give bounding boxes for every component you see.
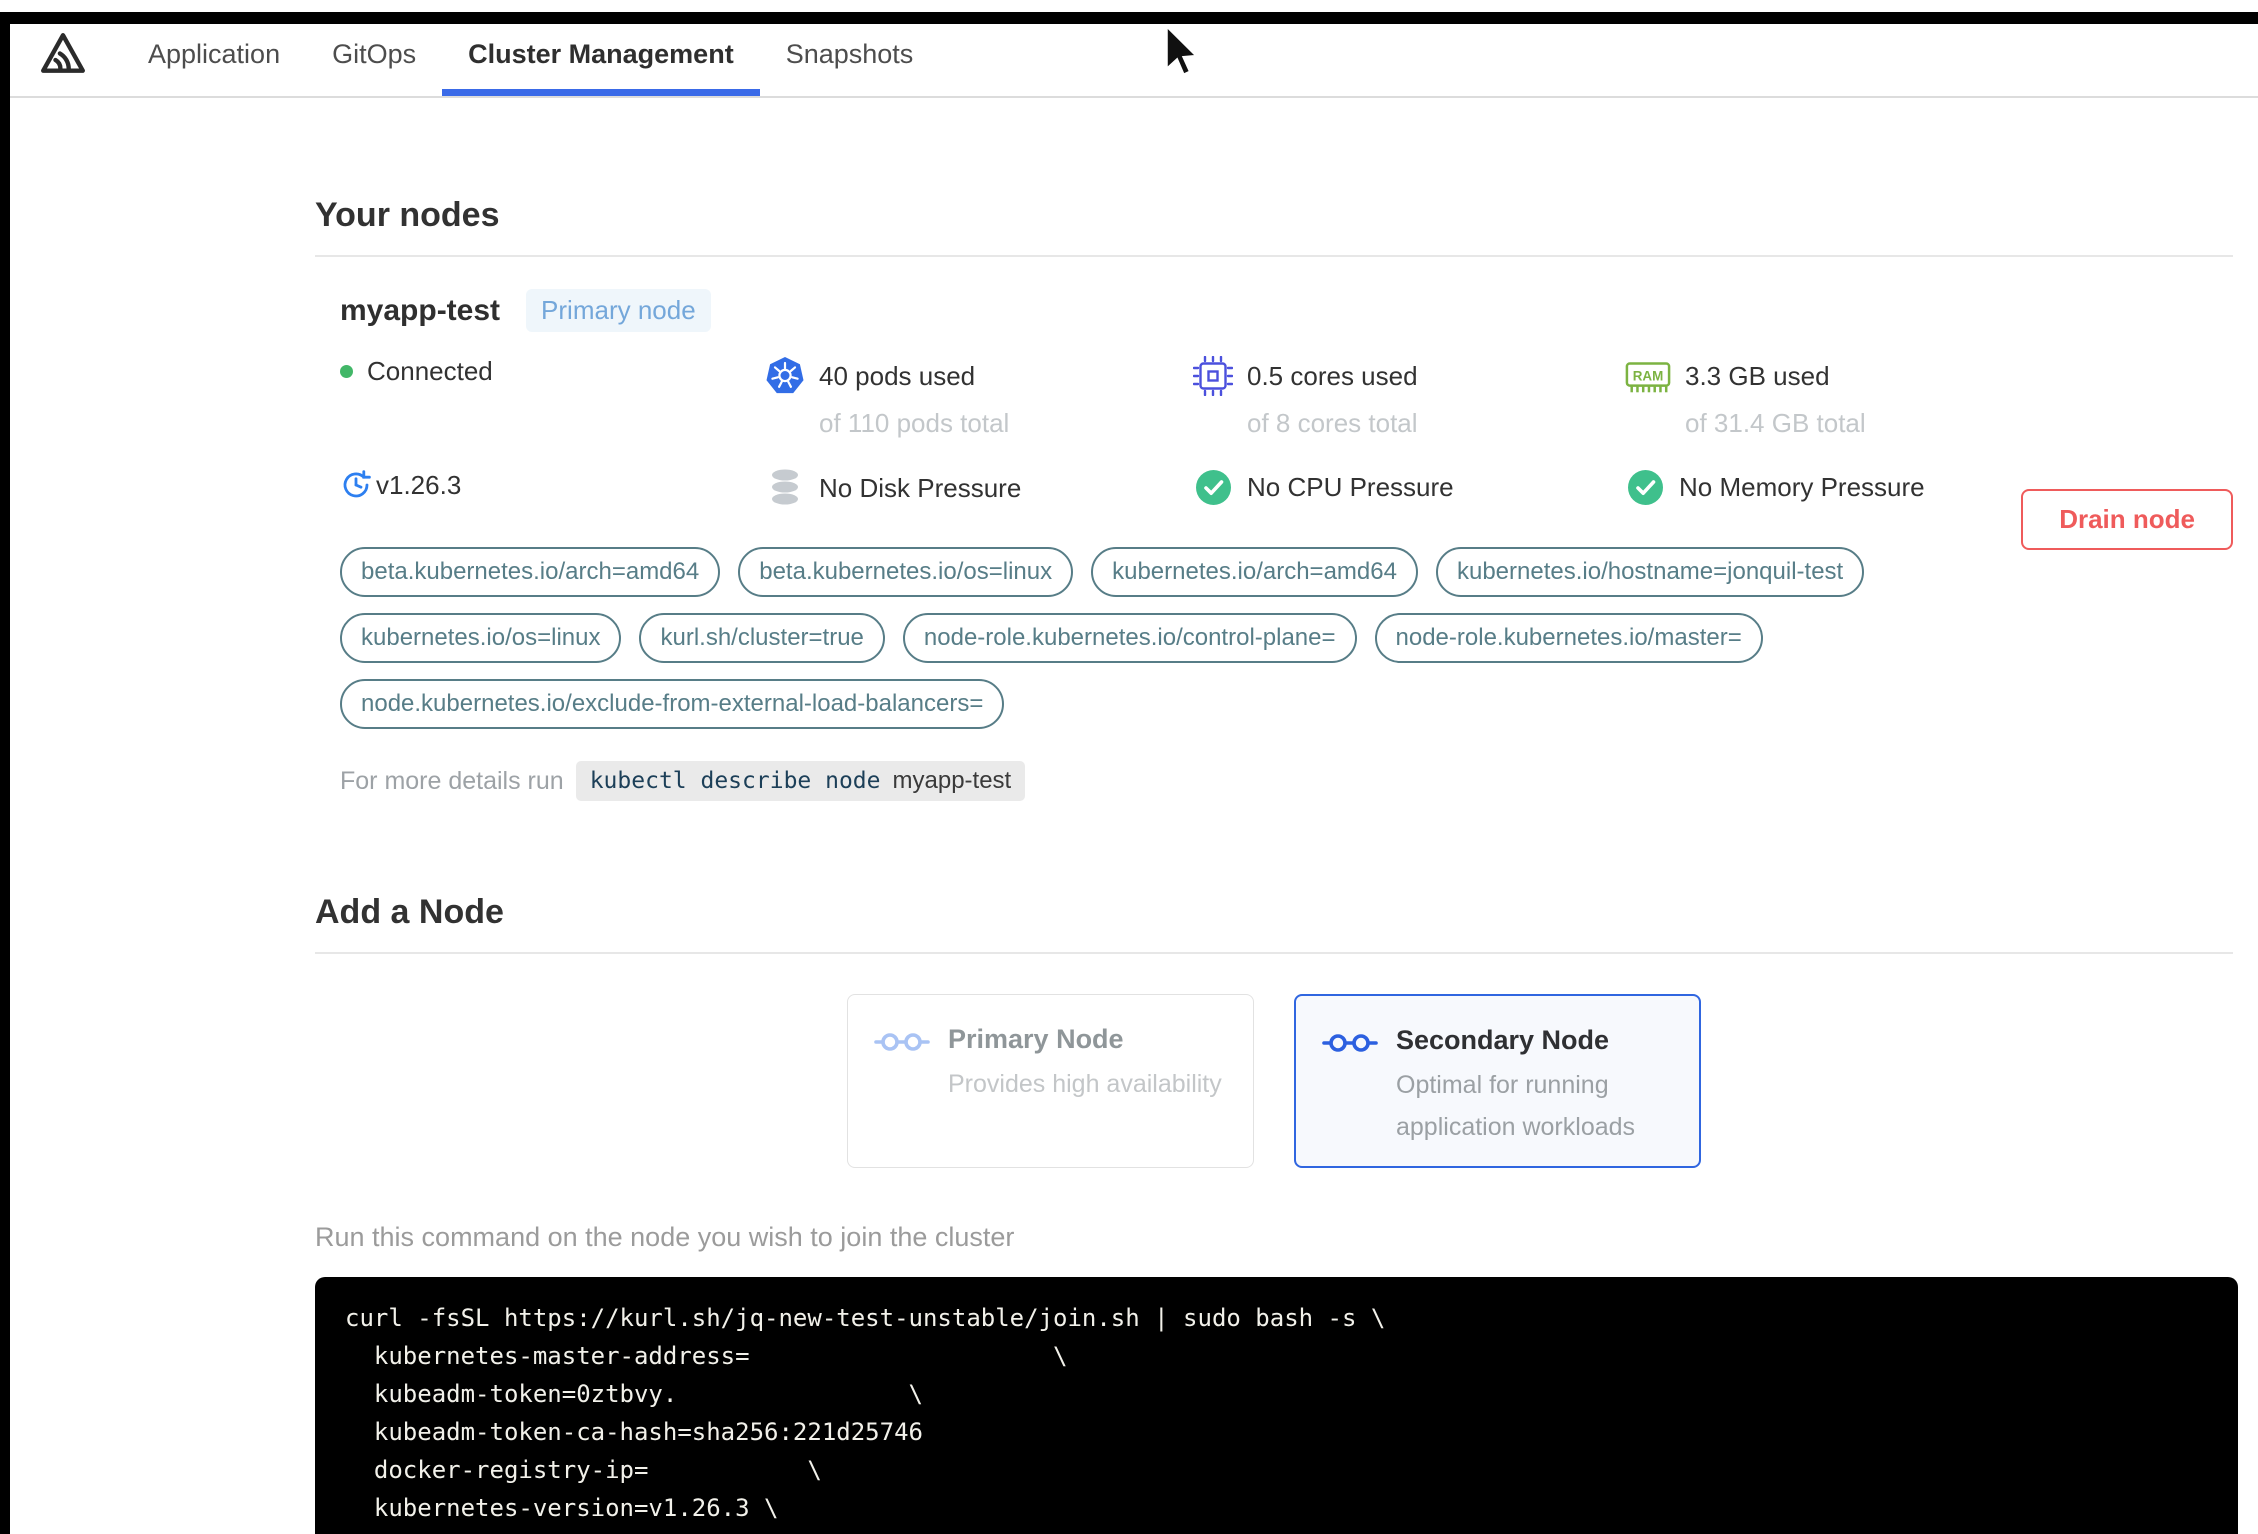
disk-icon	[765, 469, 805, 507]
ram-total: of 31.4 GB total	[1685, 408, 1866, 438]
node-header: myapp-test Primary node	[340, 289, 2233, 332]
command-line: docker-registry-ip= \	[345, 1456, 822, 1484]
cores-total: of 8 cores total	[1247, 408, 1418, 438]
mouse-cursor	[1163, 21, 1205, 91]
node-status-label: Connected	[367, 356, 493, 386]
join-command-terminal: curl -fsSL https://kurl.sh/jq-new-test-u…	[315, 1277, 2238, 1534]
admin-console-window: Application GitOps Cluster Management Sn…	[0, 12, 2258, 1534]
drain-node-button[interactable]: Drain node	[2021, 489, 2233, 550]
main-content: Your nodes myapp-test Primary node Conne…	[315, 196, 2238, 1534]
ram-used-value: 3.3 GB used	[1685, 360, 1830, 391]
secondary-node-option-title: Secondary Node	[1396, 1025, 1610, 1055]
ram-stat: RAM 3.3 GB used of 31.4 GB total	[1625, 356, 2233, 439]
command-line: primary-host=	[345, 1527, 2208, 1534]
section-divider	[315, 952, 2233, 954]
node-details-hint: For more details run kubectl describe no…	[340, 761, 2233, 801]
disk-pressure-label: No Disk Pressure	[819, 472, 1022, 503]
section-divider	[315, 255, 2233, 257]
secondary-node-option-desc: Optimal for running application workload…	[1396, 1071, 1636, 1141]
pods-total: of 110 pods total	[819, 408, 1010, 438]
connected-dot-icon	[340, 365, 353, 378]
disk-pressure-status: No Disk Pressure	[765, 469, 1193, 507]
command-line: kubernetes-master-address= \	[345, 1342, 1068, 1370]
node-label-pill: kubernetes.io/hostname=jonquil-test	[1435, 547, 1865, 597]
join-command-instruction: Run this command on the node you wish to…	[315, 1222, 1015, 1252]
primary-node-option[interactable]: Primary Node Provides high availability	[847, 994, 1254, 1168]
check-circle-icon	[1625, 469, 1665, 506]
window-edge-left	[0, 12, 10, 1534]
node-card: myapp-test Primary node Connected 40 pod…	[315, 289, 2233, 801]
primary-node-option-desc: Provides high availability	[948, 1070, 1222, 1098]
primary-node-badge: Primary node	[526, 289, 711, 332]
node-label-pill: node-role.kubernetes.io/control-plane=	[902, 613, 1357, 663]
node-name: myapp-test	[340, 293, 501, 327]
add-node-section: Add a Node Primary Node Provides high av…	[315, 893, 2238, 1534]
primary-node-option-title: Primary Node	[948, 1024, 1124, 1054]
node-label-pill: kubernetes.io/os=linux	[340, 613, 622, 663]
cpu-pressure-label: No CPU Pressure	[1247, 472, 1454, 502]
version-refresh-icon	[340, 469, 372, 501]
nav-tabs: Application GitOps Cluster Management Sn…	[122, 12, 939, 96]
pods-used-value: 40 pods used	[819, 360, 976, 391]
check-circle-icon	[1193, 469, 1233, 506]
cpu-stat: 0.5 cores used of 8 cores total	[1193, 356, 1625, 439]
cores-used-value: 0.5 cores used	[1247, 360, 1418, 391]
node-version: v1.26.3	[340, 469, 765, 501]
your-nodes-title: Your nodes	[315, 196, 500, 234]
svg-text:RAM: RAM	[1633, 368, 1664, 383]
secondary-node-option[interactable]: Secondary Node Optimal for running appli…	[1294, 994, 1701, 1168]
node-label-pill: kubernetes.io/arch=amd64	[1091, 547, 1418, 597]
node-link-icon	[874, 1029, 930, 1143]
cpu-pressure-status: No CPU Pressure	[1193, 469, 1625, 506]
replicated-logo	[38, 12, 88, 96]
node-labels: beta.kubernetes.io/arch=amd64 beta.kuber…	[340, 547, 2233, 729]
node-label-pill: node.kubernetes.io/exclude-from-external…	[340, 679, 1005, 729]
command-line: kubernetes-version=v1.26.3 \	[345, 1494, 779, 1522]
command-line: kubeadm-token-ca-hash=sha256:221d25746	[345, 1418, 923, 1446]
add-node-title: Add a Node	[315, 893, 504, 931]
kubectl-describe-chip: kubectl describe node myapp-test	[575, 761, 1026, 801]
node-version-label: v1.26.3	[376, 469, 462, 500]
node-stats-row-1: Connected 40 pods used of 110 pods total…	[340, 356, 2233, 439]
window-edge-top	[0, 12, 2258, 24]
kubectl-node-name: myapp-test	[892, 767, 1012, 794]
command-line: kubeadm-token=0ztbvy. \	[345, 1380, 923, 1408]
pods-stat: 40 pods used of 110 pods total	[765, 356, 1193, 439]
node-type-options: Primary Node Provides high availability	[315, 994, 2233, 1168]
memory-pressure-label: No Memory Pressure	[1679, 472, 1925, 502]
node-label-pill: kurl.sh/cluster=true	[639, 613, 885, 663]
cpu-icon	[1193, 356, 1233, 396]
details-prefix: For more details run	[340, 766, 564, 795]
tab-snapshots[interactable]: Snapshots	[760, 12, 940, 96]
kubectl-command: kubectl describe node	[589, 768, 881, 794]
node-status: Connected	[340, 356, 765, 387]
command-line: curl -fsSL https://kurl.sh/jq-new-test-u…	[345, 1304, 1386, 1332]
ram-icon: RAM	[1625, 356, 1671, 396]
node-label-pill: node-role.kubernetes.io/master=	[1374, 613, 1763, 663]
tab-cluster-management[interactable]: Cluster Management	[442, 12, 760, 96]
node-label-pill: beta.kubernetes.io/arch=amd64	[340, 547, 721, 597]
node-link-icon	[1322, 1030, 1378, 1142]
your-nodes-section: Your nodes myapp-test Primary node Conne…	[315, 196, 2233, 801]
top-nav: Application GitOps Cluster Management Sn…	[0, 12, 2258, 98]
tab-application[interactable]: Application	[122, 12, 306, 96]
kubernetes-icon	[765, 356, 805, 396]
node-stats-row-2: v1.26.3 No Disk Pressure No CPU Pressure…	[340, 469, 2233, 507]
tab-gitops[interactable]: GitOps	[306, 12, 442, 96]
node-label-pill: beta.kubernetes.io/os=linux	[738, 547, 1074, 597]
